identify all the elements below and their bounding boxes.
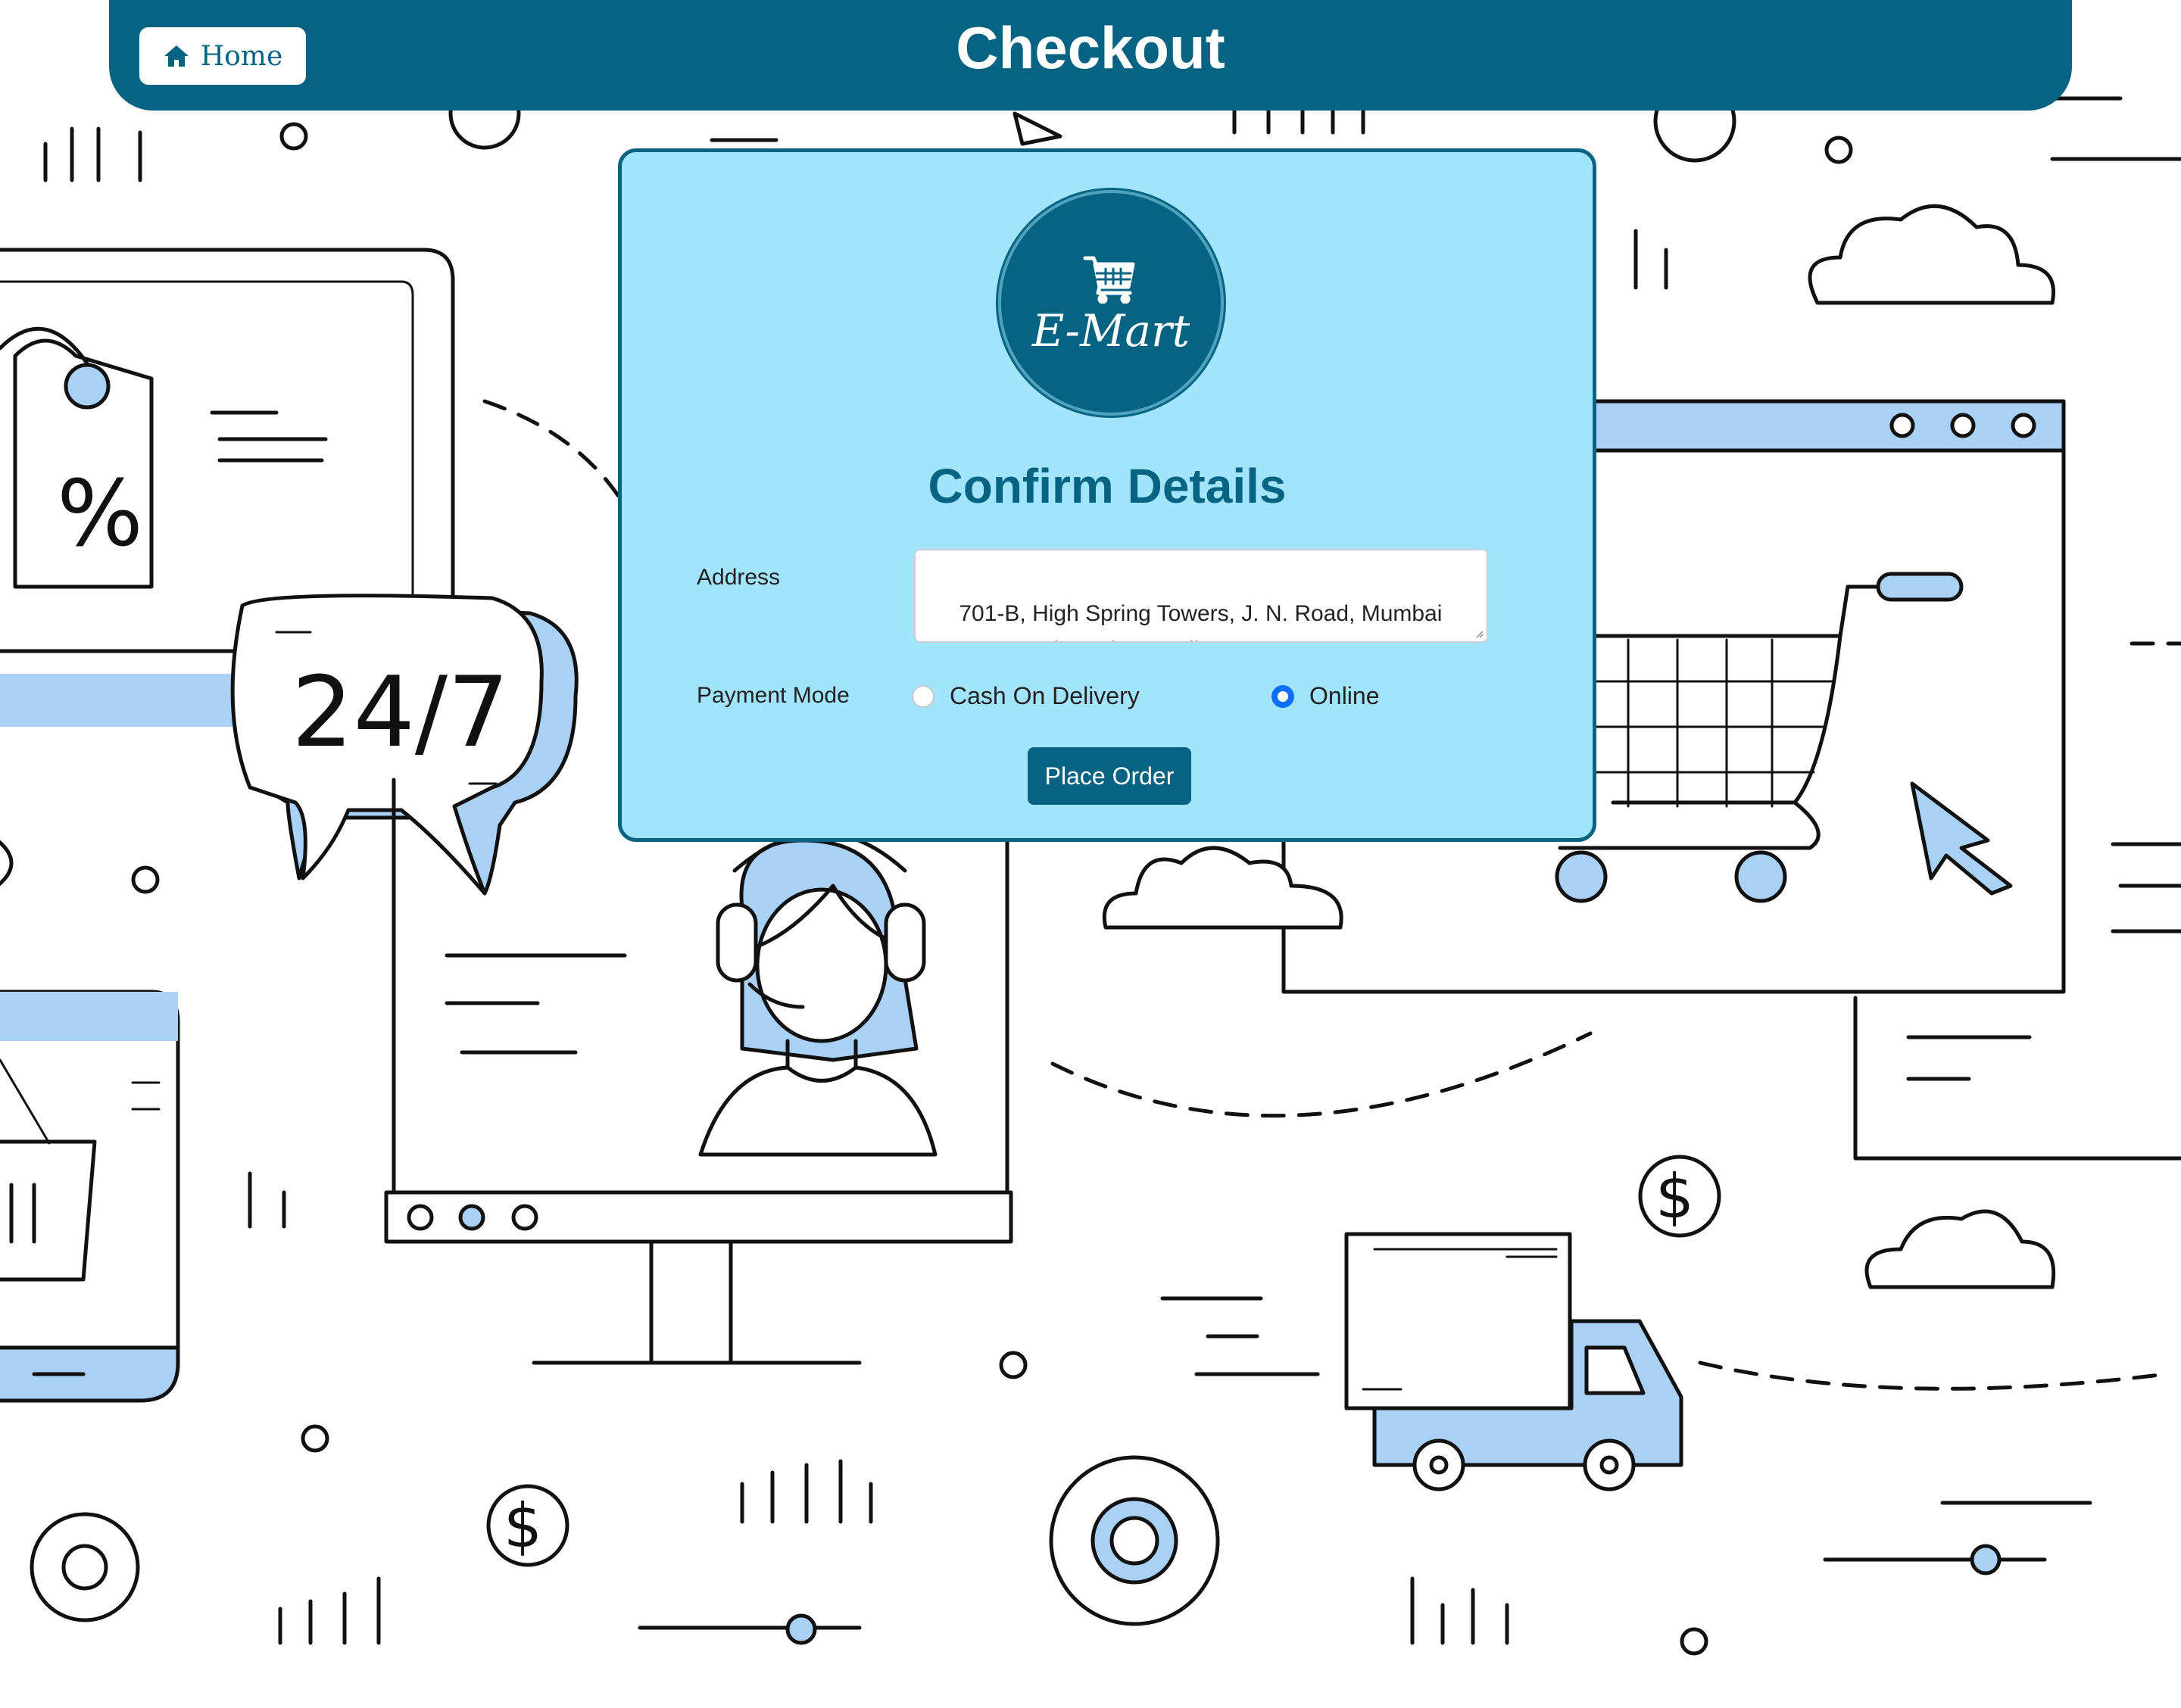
payment-mode-label: Payment Mode [697, 683, 850, 708]
address-label: Address [697, 565, 781, 590]
delivery-truck-illustration [1160, 1232, 1683, 1491]
resize-grip-icon[interactable] [1474, 629, 1484, 638]
coin-symbol: $ [1655, 1161, 1694, 1232]
cash-on-delivery-radio[interactable] [912, 685, 934, 708]
online-label[interactable]: Online [1309, 682, 1380, 710]
brand-logo: E-Mart [998, 190, 1224, 416]
address-textarea[interactable]: 701-B, High Spring Towers, J. N. Road, M… [914, 549, 1488, 643]
shopping-cart-icon [1083, 256, 1135, 304]
form-title: Confirm Details [928, 459, 1287, 513]
page-title: Checkout [956, 14, 1225, 81]
phone-illustration-left [0, 990, 180, 1403]
cash-on-delivery-label[interactable]: Cash On Delivery [950, 682, 1140, 710]
coin-symbol: $ [504, 1491, 542, 1561]
confirm-details-card: E-Mart Confirm Details Address 701-B, Hi… [618, 148, 1596, 842]
header-bar: Home Checkout [109, 0, 2072, 111]
price-tag-text: % [57, 462, 143, 567]
online-radio[interactable] [1271, 685, 1294, 708]
place-order-button[interactable]: Place Order [1028, 747, 1191, 805]
support-speech-bubble: 24/7 [230, 594, 579, 896]
brand-name: E-Mart [1031, 305, 1190, 357]
address-value: 701-B, High Spring Towers, J. N. Road, M… [934, 601, 1443, 641]
speech-bubble-text: 24/7 [292, 656, 509, 769]
